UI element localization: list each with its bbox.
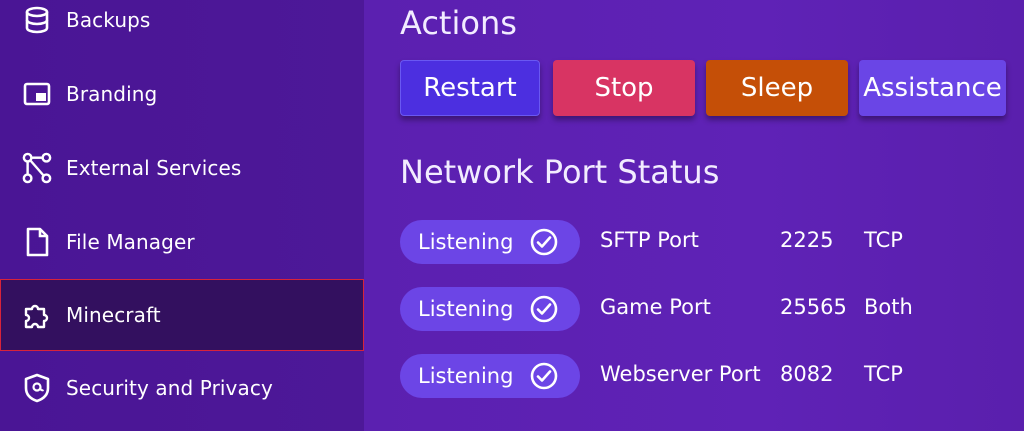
port-row: Listening Game Port 25565 Both <box>400 287 1000 331</box>
ports-title: Network Port Status <box>400 153 720 191</box>
port-name: Webserver Port <box>600 362 761 386</box>
status-label: Listening <box>418 364 514 388</box>
status-badge: Listening <box>400 220 580 264</box>
file-icon <box>22 227 52 257</box>
sidebar-item-label: File Manager <box>66 230 195 254</box>
main-panel: Actions Restart Stop Sleep Assistance Ne… <box>364 0 1024 431</box>
connections-icon <box>22 152 52 184</box>
sidebar-item-minecraft[interactable]: Minecraft <box>0 279 364 351</box>
port-name: SFTP Port <box>600 228 699 252</box>
sidebar-item-label: External Services <box>66 156 242 180</box>
assistance-button[interactable]: Assistance <box>859 60 1006 116</box>
port-row: Listening SFTP Port 2225 TCP <box>400 220 1000 264</box>
restart-button[interactable]: Restart <box>400 60 540 116</box>
database-icon <box>22 5 52 35</box>
sidebar-item-label: Minecraft <box>66 303 161 327</box>
port-protocol: Both <box>864 295 913 319</box>
picture-in-picture-icon <box>22 79 52 109</box>
status-label: Listening <box>418 297 514 321</box>
status-label: Listening <box>418 230 514 254</box>
sidebar: Backups Branding External Services File … <box>0 0 364 431</box>
sidebar-item-backups[interactable]: Backups <box>0 0 364 56</box>
port-number: 8082 <box>780 362 834 386</box>
sidebar-item-external-services[interactable]: External Services <box>0 132 364 204</box>
sidebar-item-label: Backups <box>66 8 151 32</box>
port-name: Game Port <box>600 295 711 319</box>
sidebar-item-label: Security and Privacy <box>66 376 273 400</box>
sidebar-item-label: Branding <box>66 82 158 106</box>
sidebar-item-file-manager[interactable]: File Manager <box>0 206 364 278</box>
check-circle-icon <box>530 295 558 323</box>
sidebar-item-security-and-privacy[interactable]: Security and Privacy <box>0 352 364 424</box>
app: Backups Branding External Services File … <box>0 0 1024 431</box>
port-number: 2225 <box>780 228 834 252</box>
actions-title: Actions <box>400 4 517 42</box>
status-badge: Listening <box>400 354 580 398</box>
port-protocol: TCP <box>864 362 903 386</box>
check-circle-icon <box>530 362 558 390</box>
port-protocol: TCP <box>864 228 903 252</box>
stop-button[interactable]: Stop <box>553 60 695 116</box>
port-row: Listening Webserver Port 8082 TCP <box>400 354 1000 398</box>
sidebar-item-branding[interactable]: Branding <box>0 58 364 130</box>
status-badge: Listening <box>400 287 580 331</box>
sleep-button[interactable]: Sleep <box>706 60 848 116</box>
check-circle-icon <box>530 228 558 256</box>
puzzle-icon <box>22 300 52 330</box>
shield-at-icon <box>22 373 52 403</box>
port-number: 25565 <box>780 295 847 319</box>
